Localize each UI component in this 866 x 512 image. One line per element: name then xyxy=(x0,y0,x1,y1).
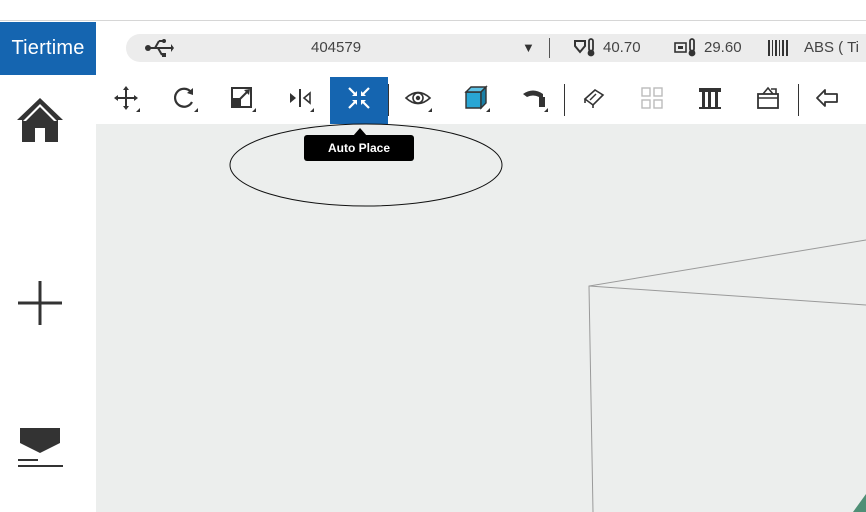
mirror-icon xyxy=(285,83,315,118)
nozzle-temperature: 40.70 xyxy=(603,39,641,56)
layout-tool-button[interactable] xyxy=(570,77,618,124)
print-button[interactable] xyxy=(13,425,67,479)
left-sidebar xyxy=(0,75,96,512)
plus-icon xyxy=(13,276,67,335)
app-window: Tiertime 404579 ▼ 40.70 29.60 ABS (Ti A… xyxy=(0,0,866,512)
eye-icon xyxy=(403,83,433,118)
barcode-icon xyxy=(766,39,790,57)
save-project-tool-button[interactable] xyxy=(744,77,792,124)
home-icon xyxy=(13,93,67,152)
rotate-icon xyxy=(169,83,199,118)
model-edge xyxy=(853,494,866,512)
scale-icon xyxy=(227,83,257,118)
undo-tool-button[interactable] xyxy=(804,77,852,124)
printer-status-bar: 404579 ▼ 40.70 29.60 ABS (Ti xyxy=(126,34,866,62)
grid-icon xyxy=(637,83,667,118)
printer-select-dropdown[interactable]: ▼ xyxy=(522,40,535,55)
move-tool-button[interactable] xyxy=(102,77,150,124)
printer-serial: 404579 xyxy=(311,39,362,56)
print-icon xyxy=(13,423,67,482)
auto-place-icon xyxy=(344,83,374,118)
support-tool-button[interactable] xyxy=(686,77,734,124)
display-mode-tool-button[interactable] xyxy=(452,77,500,124)
brand-logo: Tiertime xyxy=(0,22,96,75)
grid-tool-button[interactable] xyxy=(628,77,676,124)
bed-temperature: 29.60 xyxy=(704,39,742,56)
toolbar-divider xyxy=(798,84,799,116)
usb-icon[interactable] xyxy=(144,37,174,59)
mirror-tool-button[interactable] xyxy=(276,77,324,124)
view-tool-button[interactable] xyxy=(394,77,442,124)
auto-place-tool-button[interactable] xyxy=(330,77,388,124)
box-icon xyxy=(753,83,783,118)
status-divider xyxy=(549,38,550,58)
nozzle-thermometer-icon xyxy=(573,38,597,58)
toolbar-divider xyxy=(388,84,389,116)
scale-tool-button[interactable] xyxy=(218,77,266,124)
add-model-button[interactable] xyxy=(13,278,67,332)
material-label: ABS ( Ti xyxy=(804,39,860,56)
repair-icon xyxy=(519,83,549,118)
layout-icon xyxy=(579,83,609,118)
toolbar-divider xyxy=(564,84,565,116)
window-top-strip xyxy=(0,0,866,21)
auto-place-tooltip: Auto Place xyxy=(304,135,414,161)
bed-thermometer-icon xyxy=(674,38,698,58)
rotate-tool-button[interactable] xyxy=(160,77,208,124)
cube-icon xyxy=(461,83,491,118)
home-button[interactable] xyxy=(13,95,67,149)
main-toolbar xyxy=(96,77,866,124)
move-icon xyxy=(111,83,141,118)
support-icon xyxy=(695,83,725,118)
undo-icon xyxy=(813,83,843,118)
repair-tool-button[interactable] xyxy=(510,77,558,124)
